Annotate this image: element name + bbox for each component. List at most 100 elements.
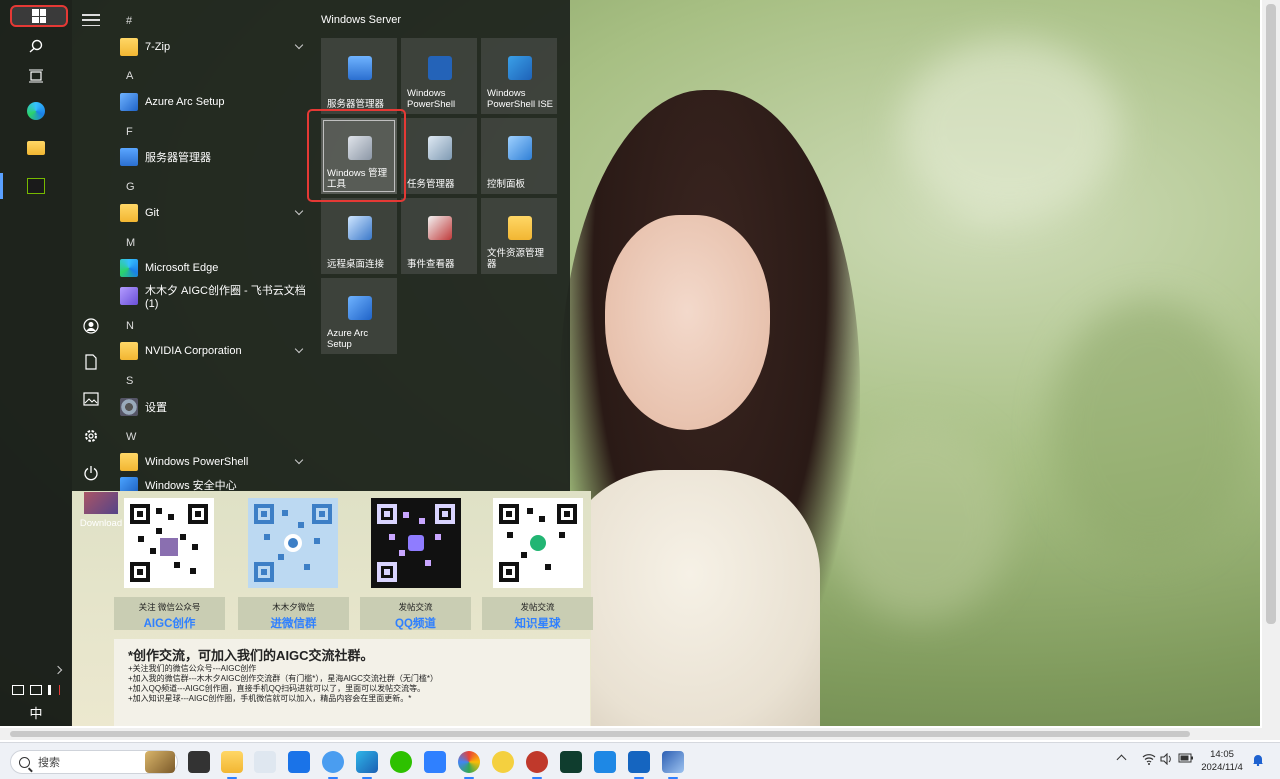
group-letter[interactable]: A [126,70,133,82]
chrome-icon[interactable] [458,751,480,779]
qr-caption-line1: 发帖交流 [398,602,433,612]
app-list: # 7-Zip A Azure Arc Setup F 服务器管理器 G Git… [112,0,312,491]
note-line: +加入QQ频道---AIGC创作圈，直接手机QQ扫码进就可以了，里面可以发帖交流… [128,684,426,693]
powershell-ise-icon [508,56,532,80]
tile-remote-desktop[interactable]: 远程桌面连接 [321,198,397,274]
pinned-file-explorer[interactable] [0,130,72,166]
vertical-scrollbar[interactable] [1262,0,1280,740]
download-shortcut-icon [84,492,118,514]
file-explorer-icon[interactable] [221,751,243,779]
qr-caption-line2: 进微信群 [270,618,317,630]
app-label: Windows PowerShell [145,456,249,468]
tile-windows-powershell-ise[interactable]: Windows PowerShell ISE [481,38,557,114]
note-title: *创作交流，可加入我们的AIGC交流社群。 [128,648,374,663]
app-item-settings[interactable]: 设置 [120,394,310,420]
pinned-edge[interactable] [0,93,72,129]
app-label: 木木夕 AIGC创作圈 - 飞书云文档 (1) [145,285,306,310]
clock-time: 14:05 [1210,749,1234,760]
group-letter[interactable]: N [126,320,134,332]
wifi-button[interactable] [1142,753,1156,768]
app-item-nvidia-corporation[interactable]: NVIDIA Corporation [120,338,310,364]
app-item-windows-security[interactable]: Windows 安全中心 [120,477,310,491]
app-icon[interactable] [628,751,650,779]
remote-desktop-icon [348,216,372,240]
qr-code-qq-channel [371,498,461,588]
gear-icon [85,430,97,442]
app-icon[interactable] [356,751,378,779]
app-item-7zip[interactable]: 7-Zip [120,34,310,60]
app-icon[interactable] [594,751,616,773]
app-icon[interactable] [526,751,548,779]
qr-pattern [130,504,208,582]
tile-control-panel[interactable]: 控制面板 [481,118,557,194]
tile-server-manager[interactable]: 服务器管理器 [321,38,397,114]
ime-label: 中 [29,705,43,721]
folder-icon [27,141,45,155]
taskbar: 搜索 14:05 2024/11/4 [0,742,1280,779]
bokeh-light [1050,300,1250,560]
qr-caption-line1: 关注 微信公众号 [138,602,201,612]
chevron-down-icon [294,344,304,354]
horizontal-scrollbar[interactable] [0,728,1262,740]
group-letter[interactable]: M [126,237,135,249]
group-letter[interactable]: F [126,126,133,138]
group-letter[interactable]: G [126,181,135,193]
tile-windows-powershell[interactable]: Windows PowerShell [401,38,477,114]
start-button[interactable] [10,5,68,27]
scroll-thumb[interactable] [10,731,1190,737]
tile-event-viewer[interactable]: 事件查看器 [401,198,477,274]
menu-button[interactable] [82,14,100,26]
power-button[interactable] [82,464,100,482]
task-view-button[interactable] [0,58,72,94]
documents-button[interactable] [82,353,100,371]
group-letter[interactable]: S [126,375,133,387]
tile-file-explorer[interactable]: 文件资源管理器 [481,198,557,274]
pictures-button[interactable] [82,390,100,408]
app-item-microsoft-edge[interactable]: Microsoft Edge [120,255,310,281]
app-icon[interactable] [492,751,514,773]
app-item-server-manager[interactable]: 服务器管理器 [120,144,310,170]
settings-button[interactable] [82,427,100,445]
task-view-icon[interactable] [188,751,210,773]
desktop-icon-download[interactable]: Download [78,492,124,529]
doc-icon [120,287,138,305]
tile-group-header[interactable]: Windows Server [321,14,401,26]
tray-overflow-button[interactable] [1116,753,1127,766]
app-item-feishu-doc[interactable]: 木木夕 AIGC创作圈 - 飞书云文档 (1) [120,283,310,310]
tile-task-manager[interactable]: 任务管理器 [401,118,477,194]
app-icon[interactable] [424,751,446,773]
app-item-azure-arc-setup[interactable]: Azure Arc Setup [120,89,310,115]
qr-caption-line2: QQ频道 [395,618,436,630]
user-account-button[interactable] [82,317,100,335]
input-method-button[interactable]: 中 [18,694,54,730]
wifi-icon [1142,754,1156,765]
app-label: Windows 安全中心 [145,480,237,491]
task-view-icon [29,69,43,83]
volume-button[interactable] [1160,752,1172,768]
chat-icon[interactable] [322,751,344,779]
group-letter[interactable]: W [126,431,136,443]
windows-logo-icon [32,9,46,23]
scroll-thumb[interactable] [1266,4,1276,624]
tile-azure-arc-setup[interactable]: Azure Arc Setup [321,278,397,354]
app-item-git[interactable]: Git [120,200,310,226]
app-icon[interactable] [560,751,582,773]
wechat-icon[interactable] [390,751,412,773]
pinned-nvidia[interactable] [0,168,72,204]
taskbar-clock[interactable]: 14:05 2024/11/4 [1198,748,1246,774]
folder-icon [120,453,138,471]
remote-desktop-icon[interactable] [662,751,684,779]
group-letter[interactable]: # [126,15,132,27]
battery-button[interactable] [1178,753,1194,766]
tile-label: Azure Arc Setup [327,328,369,350]
qr-code-wechat-official [124,498,214,588]
search-icon [29,39,43,53]
azure-arc-icon [120,93,138,111]
tile-label: 文件资源管理器 [487,248,545,270]
app-icon[interactable] [254,751,276,773]
notifications-button[interactable] [1252,753,1264,769]
note-line: +加入我的微信群---木木夕AIGC创作交流群（有门槛*），星海AIGC交流社群… [128,674,439,683]
app-icon[interactable] [288,751,310,773]
app-item-windows-powershell[interactable]: Windows PowerShell [120,449,310,475]
clock-date: 2024/11/4 [1201,762,1243,773]
